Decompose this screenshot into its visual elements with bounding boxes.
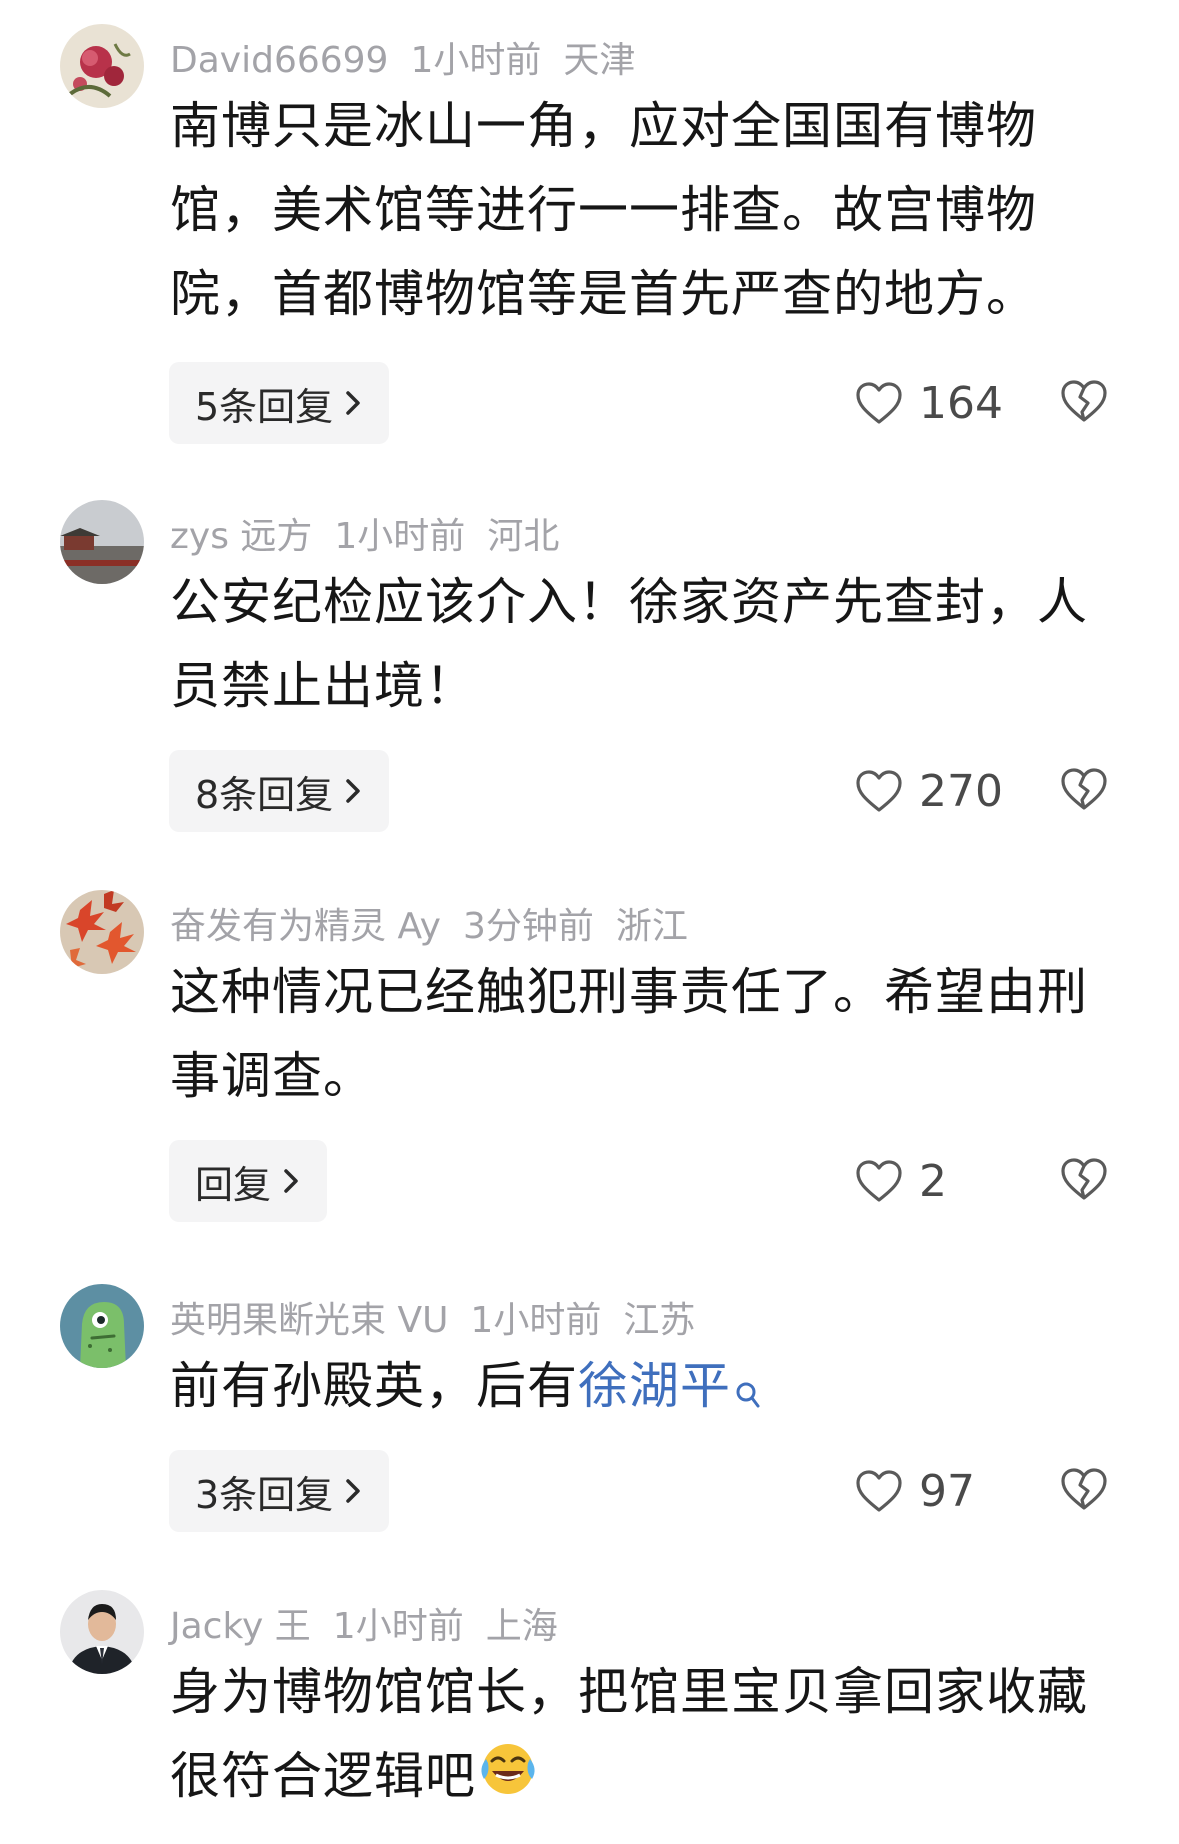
avatar[interactable] [60,1590,144,1674]
comment-meta: zys 远方 1小时前 河北 [170,512,581,562]
broken-heart-icon [1060,379,1108,427]
broken-heart-icon [1060,767,1108,815]
timestamp: 1小时前 [332,1606,464,1647]
heart-icon [855,381,903,425]
like-button[interactable]: 97 [855,1450,975,1532]
view-replies-button[interactable]: 5条回复 [169,362,390,444]
search-icon[interactable] [735,1352,761,1436]
like-count: 270 [919,765,1003,817]
reply-label: 回复 [195,1162,272,1207]
timestamp: 1小时前 [470,1300,602,1341]
username[interactable]: Jacky 王 [170,1606,311,1647]
username[interactable]: David66699 [170,40,388,81]
comment-meta: Jacky 王 1小时前 上海 [170,1602,580,1652]
like-button[interactable]: 164 [855,362,1003,444]
location: 天津 [563,40,636,81]
dislike-button[interactable] [1060,750,1108,832]
replies-label: 3条回复 [195,1472,334,1517]
comment-text: 这种情况已经触犯刑事责任了。希望由刑事调查。 [170,963,1088,1105]
location: 河北 [487,516,560,557]
avatar[interactable] [60,890,144,974]
heart-icon [855,1469,903,1513]
comment-meta: 奋发有为精灵 Ay 3分钟前 浙江 [170,902,710,952]
like-button[interactable]: 270 [855,750,1003,832]
search-link[interactable]: 徐湖平 [578,1357,731,1415]
laughing-crying-emoji-icon [478,1738,538,1822]
comment-text-body: 身为博物馆馆长，把馆里宝贝拿回家收藏很符合逻辑吧 [170,1663,1088,1805]
chevron-right-icon [343,777,363,805]
dislike-button[interactable] [1060,362,1108,444]
reply-button[interactable]: 回复 [169,1140,328,1222]
like-button[interactable]: 2 [855,1140,947,1222]
timestamp: 3分钟前 [462,906,594,947]
dislike-button[interactable] [1060,1140,1108,1222]
view-replies-button[interactable]: 3条回复 [169,1450,390,1532]
comment-meta: 英明果断光束 VU 1小时前 江苏 [170,1296,717,1346]
broken-heart-icon [1060,1467,1108,1515]
comment-text: 身为博物馆馆长，把馆里宝贝拿回家收藏很符合逻辑吧 [170,1650,1100,1822]
avatar[interactable] [60,24,144,108]
chevron-right-icon [281,1167,301,1195]
view-replies-button[interactable]: 8条回复 [169,750,390,832]
comment-text: 前有孙殿英，后有徐湖平 [170,1344,1100,1436]
chevron-right-icon [343,1477,363,1505]
broken-heart-icon [1060,1157,1108,1205]
comment-text: 公安纪检应该介入！徐家资产先查封，人员禁止出境！ [170,573,1088,715]
like-count: 2 [919,1155,947,1207]
username[interactable]: 奋发有为精灵 Ay [170,906,441,947]
chevron-right-icon [343,389,363,417]
heart-icon [855,1159,903,1203]
comment-text: 南博只是冰山一角，应对全国国有博物馆，美术馆等进行一一排查。故宫博物院，首都博物… [170,97,1037,323]
replies-label: 8条回复 [195,772,334,817]
dislike-button[interactable] [1060,1450,1108,1532]
like-count: 97 [919,1465,975,1517]
timestamp: 1小时前 [410,40,542,81]
like-count: 164 [919,377,1003,429]
timestamp: 1小时前 [334,516,466,557]
location: 江苏 [623,1300,696,1341]
location: 浙江 [615,906,688,947]
avatar[interactable] [60,1284,144,1368]
comment-text-prefix: 前有孙殿英，后有 [170,1357,578,1415]
username[interactable]: zys 远方 [170,516,312,557]
avatar[interactable] [60,500,144,584]
username[interactable]: 英明果断光束 VU [170,1300,448,1341]
replies-label: 5条回复 [195,384,334,429]
comment-meta: David66699 1小时前 天津 [170,36,657,86]
location: 上海 [485,1606,558,1647]
heart-icon [855,769,903,813]
